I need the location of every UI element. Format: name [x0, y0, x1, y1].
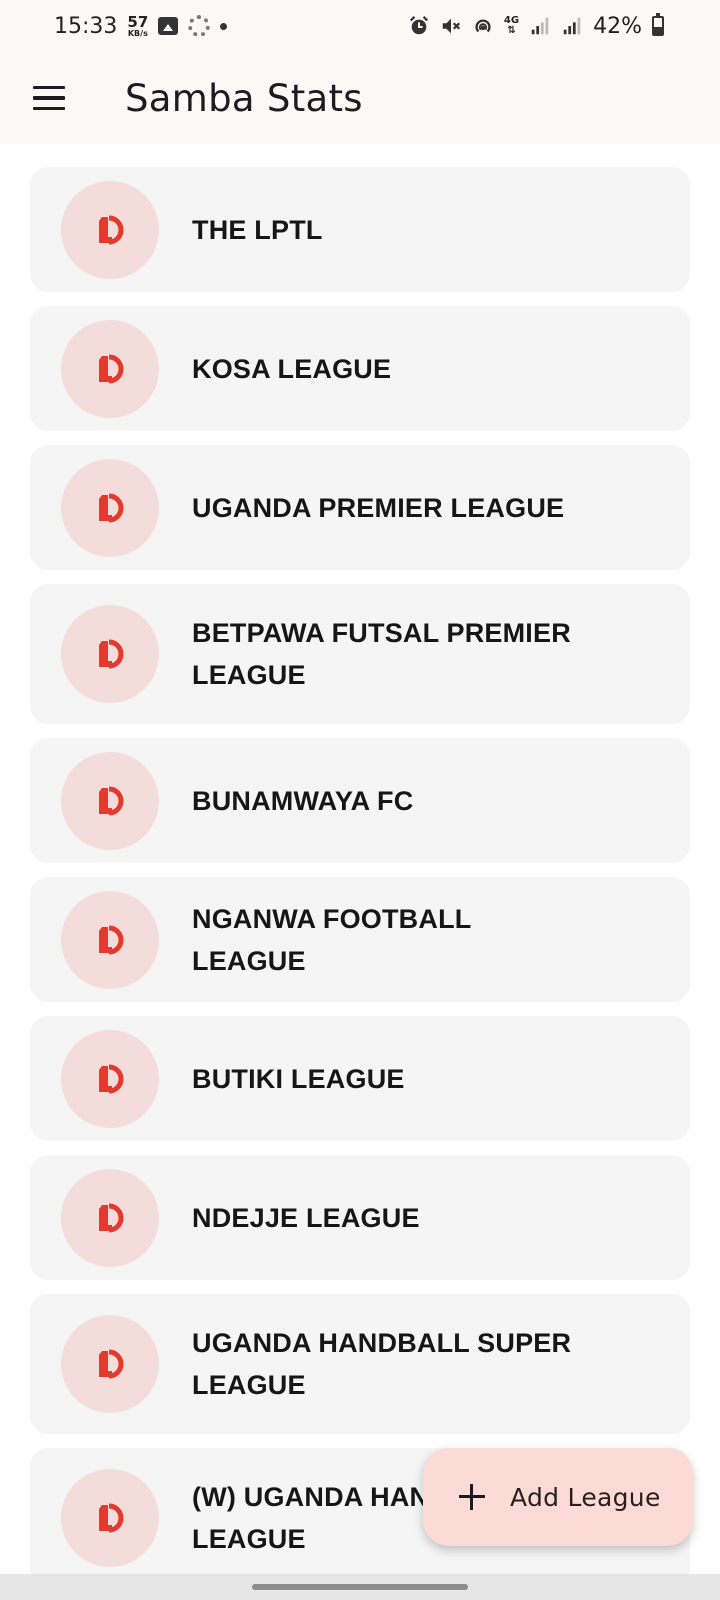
league-name: UGANDA HANDBALL SUPER LEAGUE [192, 1328, 572, 1400]
league-name: BETPAWA FUTSAL PREMIER LEAGUE [192, 618, 571, 690]
league-name: BUNAMWAYA FC [192, 785, 414, 816]
league-card[interactable]: BUNAMWAYA FC [30, 738, 690, 863]
league-card[interactable]: UGANDA HANDBALL SUPER LEAGUE [30, 1294, 690, 1434]
data-arrows-icon: ⇅ [507, 25, 516, 36]
app-bar: Samba Stats [0, 52, 720, 144]
league-card[interactable]: THE LPTL [30, 167, 690, 292]
battery-icon [652, 13, 664, 36]
league-logo-icon [61, 890, 159, 989]
league-logo-icon [61, 1029, 159, 1128]
gallery-notification-icon [158, 17, 179, 35]
league-name: THE LPTL [192, 214, 323, 245]
status-left: 15:33 57 KB/s [54, 12, 228, 39]
hotspot-icon [475, 19, 491, 33]
league-card[interactable]: NGANWA FOOTBALL LEAGUE [30, 877, 690, 1002]
league-logo-icon [61, 319, 159, 418]
league-name: NDEJJE LEAGUE [192, 1202, 420, 1233]
league-card[interactable]: BETPAWA FUTSAL PREMIER LEAGUE [30, 584, 690, 724]
league-card[interactable]: NDEJJE LEAGUE [30, 1155, 690, 1280]
league-name: KOSA LEAGUE [192, 353, 392, 384]
menu-icon-line [33, 106, 65, 111]
status-time: 15:33 [54, 13, 118, 39]
league-name: UGANDA PREMIER LEAGUE [192, 492, 565, 523]
page-title: Samba Stats [125, 76, 363, 120]
sync-notification-icon [188, 15, 211, 37]
league-logo-icon [61, 1315, 159, 1413]
status-bar: 15:33 57 KB/s 4G ⇅ 42% [0, 0, 720, 52]
league-name: BUTIKI LEAGUE [192, 1063, 405, 1094]
add-league-label: Add League [510, 1482, 661, 1512]
league-logo-icon [61, 458, 159, 557]
menu-button[interactable] [25, 74, 73, 122]
league-list: THE LPTL KOSA LEAGUE UGANDA PREMIER LEAG… [30, 167, 690, 1600]
status-right: 4G ⇅ 42% [408, 13, 664, 39]
network-speed-unit: KB/s [127, 28, 148, 38]
battery-percent: 42% [593, 13, 642, 39]
network-speed: 57 KB/s [127, 12, 149, 38]
alarm-icon [409, 16, 428, 35]
add-league-button[interactable]: Add League [423, 1448, 693, 1546]
network-speed-value: 57 [127, 12, 149, 31]
league-name: NGANWA FOOTBALL LEAGUE [192, 903, 471, 976]
signal-icon-2 [563, 17, 581, 35]
league-logo-icon [61, 751, 159, 850]
league-logo-icon [61, 1168, 159, 1267]
menu-icon-line [33, 96, 65, 100]
mute-icon [442, 18, 460, 34]
league-logo-icon [61, 1469, 159, 1567]
network-type: 4G ⇅ [504, 16, 519, 36]
menu-icon-line [33, 85, 65, 90]
league-card[interactable]: BUTIKI LEAGUE [30, 1016, 690, 1141]
more-notifications-dot-icon [220, 22, 228, 30]
league-logo-icon [61, 605, 159, 703]
plus-icon [459, 1484, 485, 1510]
home-gesture-handle[interactable] [252, 1584, 468, 1590]
league-card[interactable]: UGANDA PREMIER LEAGUE [30, 445, 690, 570]
system-nav-bar [0, 1574, 720, 1600]
signal-icon-1 [531, 17, 549, 35]
league-logo-icon [61, 180, 159, 279]
league-card[interactable]: KOSA LEAGUE [30, 306, 690, 431]
